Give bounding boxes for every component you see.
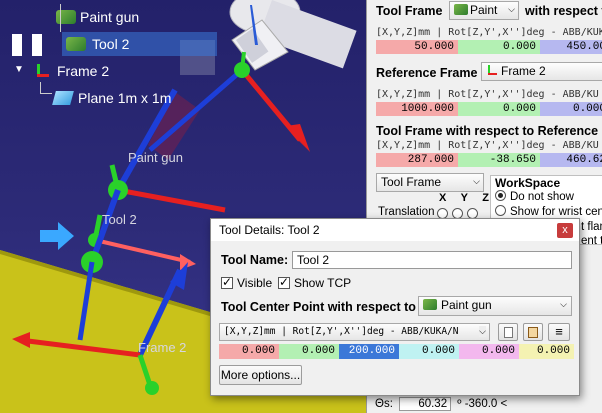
more-options-button[interactable]: More options... bbox=[219, 365, 302, 385]
tool-wrt-ref-format: [X,Y,Z]mm | Rot[Z,Y',X'']deg - ABB/KU bbox=[376, 140, 599, 151]
tool-wrt-ref-z: 460.62 bbox=[540, 153, 602, 167]
tool-frame-values: 50.000 0.000 450.00 bbox=[376, 40, 602, 54]
theta-value-input[interactable]: 60.32 bbox=[399, 397, 452, 411]
reference-frame-title: Reference Frame bbox=[376, 66, 478, 80]
show-tcp-checkbox[interactable]: Show TCP bbox=[278, 275, 351, 290]
tool-icon bbox=[423, 299, 437, 310]
tcp-label: Tool Center Point with respect to bbox=[221, 300, 416, 314]
tool-frame-y[interactable]: 0.000 bbox=[458, 40, 540, 54]
tool-wrt-ref-y: -38.650 bbox=[458, 153, 540, 167]
chevron-down-icon: ⌵ bbox=[508, 4, 515, 14]
tree-toggle-icon[interactable]: ▼ bbox=[14, 64, 24, 75]
check-icon bbox=[221, 275, 233, 289]
workspace-title: WorkSpace bbox=[495, 176, 561, 190]
tree-item-paint-gun[interactable]: Paint gun bbox=[56, 9, 139, 25]
menu-icon: ≡ bbox=[555, 324, 563, 339]
viewport-label-paint-gun: Paint gun bbox=[128, 150, 183, 165]
translation-label: Translation bbox=[378, 206, 435, 218]
paste-icon bbox=[528, 327, 538, 338]
frame-icon bbox=[33, 64, 53, 78]
chevron-down-icon: ⌵ bbox=[479, 326, 486, 337]
tool-frame-combo[interactable]: Paint ⌵ bbox=[449, 1, 519, 20]
tcp-rz-value[interactable]: 0.000 bbox=[399, 344, 459, 359]
copy-icon bbox=[503, 327, 513, 338]
workspace-option-flange[interactable]: t flan bbox=[581, 221, 602, 233]
tool-frame-x[interactable]: 50.000 bbox=[376, 40, 458, 54]
tree-placeholder-box bbox=[12, 34, 22, 56]
workspace-option-show-wrist[interactable]: Show for wrist cent bbox=[495, 205, 602, 218]
reference-frame-x[interactable]: 1000.000 bbox=[376, 102, 458, 116]
format-combo[interactable]: [X,Y,Z]mm | Rot[Z,Y',X'']deg - ABB/KUKA/… bbox=[219, 323, 490, 341]
tool-icon bbox=[56, 10, 76, 24]
tcp-rx-value[interactable]: 0.000 bbox=[519, 344, 574, 359]
selection-arrow-icon bbox=[40, 222, 74, 250]
workspace-option-relative[interactable]: ent to bbox=[581, 235, 602, 247]
tool-wrt-ref-x: 287.000 bbox=[376, 153, 458, 167]
visible-checkbox[interactable]: Visible bbox=[221, 275, 272, 290]
tool-name-label: Tool Name: bbox=[221, 253, 289, 267]
jog-frame-combo[interactable]: Tool Frame ⌵ bbox=[376, 173, 484, 192]
tcp-y-value[interactable]: 0.000 bbox=[279, 344, 339, 359]
plane-icon bbox=[52, 91, 74, 105]
tcp-x-value[interactable]: 0.000 bbox=[219, 344, 279, 359]
tree-branch-line bbox=[40, 82, 52, 94]
tool-wrt-ref-values: 287.000 -38.650 460.62 bbox=[376, 153, 602, 167]
tree-item-tool-2[interactable]: Tool 2 bbox=[66, 36, 129, 52]
tree-branch-line bbox=[60, 4, 61, 32]
tool-name-input[interactable]: Tool 2 bbox=[292, 251, 572, 269]
copy-button[interactable] bbox=[498, 323, 518, 341]
workspace-option-do-not-show[interactable]: Do not show bbox=[495, 190, 574, 203]
radio-icon bbox=[495, 205, 506, 216]
dialog-title: Tool Details: Tool 2 bbox=[219, 223, 320, 237]
viewport-label-frame-2: Frame 2 bbox=[138, 340, 187, 355]
tree-item-frame-2[interactable]: Frame 2 bbox=[33, 63, 109, 79]
tool-frame-suffix: with respect t bbox=[525, 4, 602, 18]
tree-placeholder-box bbox=[32, 34, 42, 56]
tool-frame-format: [X,Y,Z]mm | Rot[Z,Y',X'']deg - ABB/KUKA/ bbox=[376, 27, 602, 38]
tcp-reference-combo[interactable]: Paint gun ⌵ bbox=[418, 296, 572, 316]
close-icon[interactable]: x bbox=[557, 223, 573, 238]
tool-details-dialog: Tool Details: Tool 2 x Tool Name: Tool 2… bbox=[210, 218, 580, 396]
menu-button[interactable]: ≡ bbox=[548, 323, 570, 341]
reference-frame-z[interactable]: 0.000 bbox=[540, 102, 602, 116]
reference-frame-combo[interactable]: Frame 2 bbox=[481, 62, 602, 81]
tool-frame-title: Tool Frame bbox=[376, 4, 443, 18]
theta-row: Θs: 60.32 º -360.0 < bbox=[375, 397, 508, 411]
tree-item-plane[interactable]: Plane 1m x 1m bbox=[52, 90, 171, 106]
tcp-values: 0.000 0.000 200.000 0.000 0.000 0.000 bbox=[219, 344, 574, 359]
tcp-z-value[interactable]: 200.000 bbox=[339, 344, 399, 359]
paste-button[interactable] bbox=[523, 323, 543, 341]
tool-wrt-ref-title: Tool Frame with respect to Reference F bbox=[376, 124, 602, 138]
reference-frame-format: [X,Y,Z]mm | Rot[Z,Y',X'']deg - ABB/KU bbox=[376, 89, 599, 100]
tool-frame-z[interactable]: 450.00 bbox=[540, 40, 602, 54]
reference-frame-values: 1000.000 0.000 0.000 bbox=[376, 102, 602, 116]
jog-axis-labels: X Y Z bbox=[439, 192, 489, 204]
viewport-label-tool-2: Tool 2 bbox=[102, 212, 137, 227]
check-icon bbox=[278, 275, 290, 289]
tool-icon bbox=[66, 37, 86, 51]
chevron-down-icon: ⌵ bbox=[473, 176, 480, 186]
tool-icon bbox=[454, 4, 468, 15]
reference-frame-y[interactable]: 0.000 bbox=[458, 102, 540, 116]
frame-icon bbox=[486, 65, 498, 76]
chevron-down-icon: ⌵ bbox=[560, 299, 567, 309]
tcp-ry-value[interactable]: 0.000 bbox=[459, 344, 519, 359]
dialog-titlebar: Tool Details: Tool 2 bbox=[211, 219, 579, 241]
radio-selected-icon bbox=[495, 190, 506, 201]
